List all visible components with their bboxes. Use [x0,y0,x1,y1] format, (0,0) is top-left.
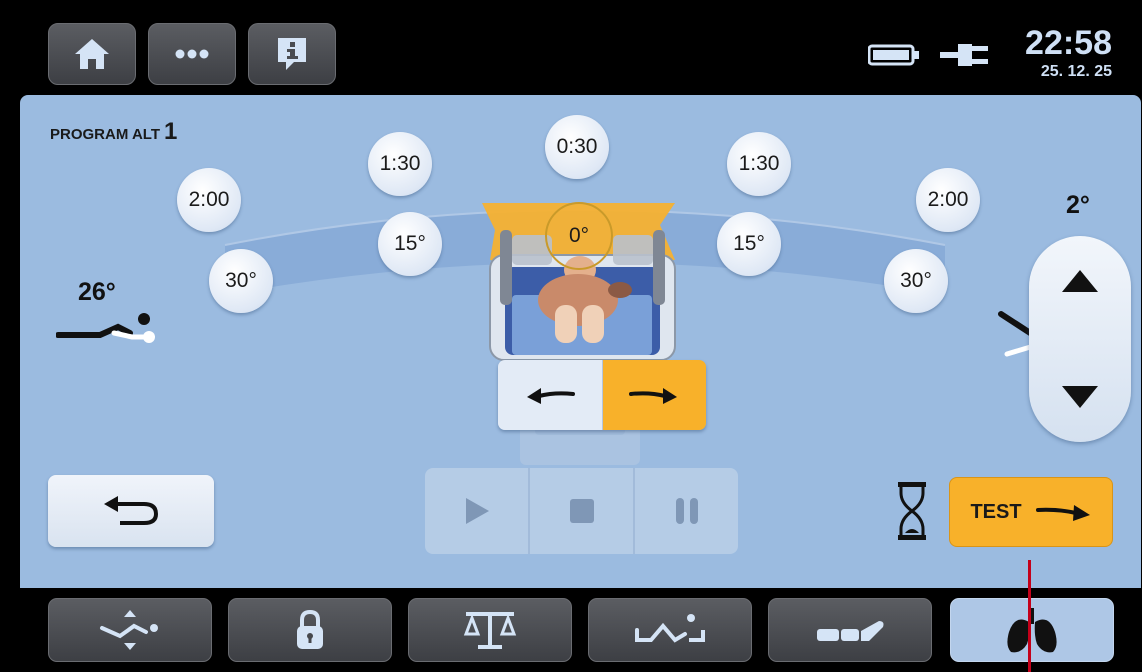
direction-toggle [498,360,706,430]
plug-icon [940,44,988,66]
play-button[interactable] [425,468,530,554]
hourglass-icon [898,482,926,540]
clock-date: 25. 12. 25 [1040,63,1112,80]
timer-right-outer-button[interactable]: 2:00 [916,168,980,232]
patient-left-tilt-icon [56,313,155,343]
angle-center-button[interactable]: 0° [545,202,613,270]
stop-button[interactable] [530,468,635,554]
direction-right-button[interactable] [602,360,706,430]
tab-scale[interactable] [408,598,572,662]
triangle-down-icon [1062,386,1098,408]
tab-mattress[interactable] [768,598,932,662]
angle-left-mid-button[interactable]: 15° [378,212,442,276]
direction-left-button[interactable] [498,360,603,430]
annotation-line [1028,560,1031,672]
lock-icon [297,609,323,649]
mattress-icon [817,621,884,641]
angle-right-mid-button[interactable]: 15° [717,212,781,276]
bottom-nav [0,588,1142,672]
undo-arrow-icon [104,496,159,525]
scale-icon [463,612,517,649]
main-panel: PROGRAM ALT 1 26° 2° 0:30 1:30 1:30 2:00… [20,95,1141,588]
battery-icon [868,44,919,66]
playback-controls [425,468,738,554]
info-button[interactable] [248,23,336,85]
triangle-up-icon [1062,270,1098,292]
timer-left-outer-button[interactable]: 2:00 [177,168,241,232]
right-tilt-angle: 2° [1066,191,1090,219]
angle-left-outer-button[interactable]: 30° [209,249,273,313]
arrow-right-icon [629,388,678,404]
arrow-left-icon [526,388,575,404]
timer-left-mid-button[interactable]: 1:30 [368,132,432,196]
tilt-up-button[interactable] [1029,236,1131,326]
tab-lock[interactable] [228,598,392,662]
more-button[interactable] [148,23,236,85]
clock: 22:58 25. 12. 25 [1025,26,1112,81]
tab-bed-exercise[interactable] [588,598,752,662]
info-icon [278,38,306,70]
more-icon [175,49,209,59]
timer-center-button[interactable]: 0:30 [545,115,609,179]
play-icon [465,498,489,524]
pause-icon [675,498,698,524]
test-button-label: TEST [970,500,1022,523]
tab-lungs[interactable] [950,598,1114,662]
angle-right-outer-button[interactable]: 30° [884,249,948,313]
tilt-adjust-control [1029,236,1131,442]
bed-exercise-icon [635,614,705,643]
home-icon [75,39,109,69]
pause-button[interactable] [635,468,738,554]
stop-icon [569,499,594,523]
timer-right-mid-button[interactable]: 1:30 [727,132,791,196]
home-button[interactable] [48,23,136,85]
lungs-icon [1007,608,1057,653]
tilt-down-button[interactable] [1029,352,1131,442]
clock-time: 22:58 [1025,24,1112,62]
left-tilt-angle: 26° [78,278,116,306]
test-button[interactable]: TEST [949,477,1113,547]
position-icon [100,610,158,650]
top-bar: 22:58 25. 12. 25 [0,0,1142,95]
tab-position[interactable] [48,598,212,662]
arrow-right-icon [1035,505,1090,521]
back-button[interactable] [48,475,214,547]
